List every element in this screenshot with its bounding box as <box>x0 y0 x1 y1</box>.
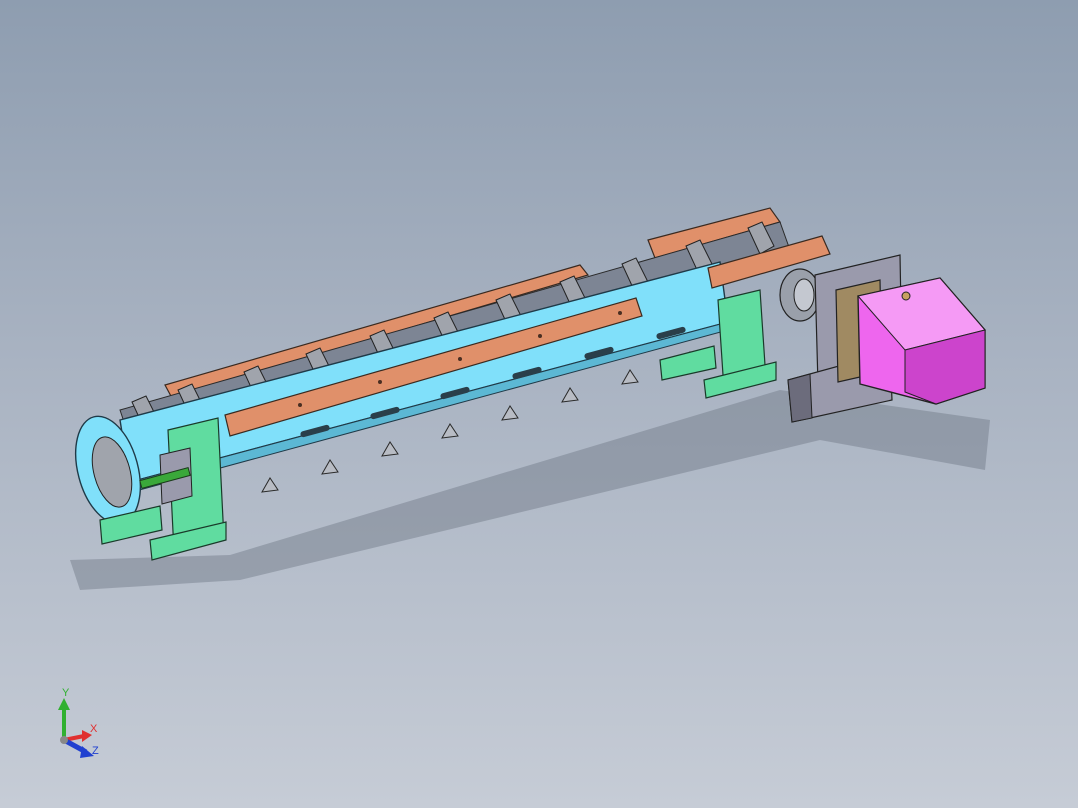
graphics-viewport[interactable]: Y X Z <box>0 0 1078 808</box>
conveyor-model[interactable] <box>0 0 1078 808</box>
triad-z-label: Z <box>92 745 99 757</box>
triad-x-label: X <box>90 723 98 735</box>
triad-z-axis <box>62 737 94 758</box>
triad-origin <box>60 736 68 744</box>
triad-y-axis <box>58 698 70 740</box>
servo-motor <box>857 277 986 405</box>
triad-y-label: Y <box>62 688 70 699</box>
reference-triad: Y X Z <box>58 688 99 758</box>
drive-coupling <box>779 268 821 322</box>
